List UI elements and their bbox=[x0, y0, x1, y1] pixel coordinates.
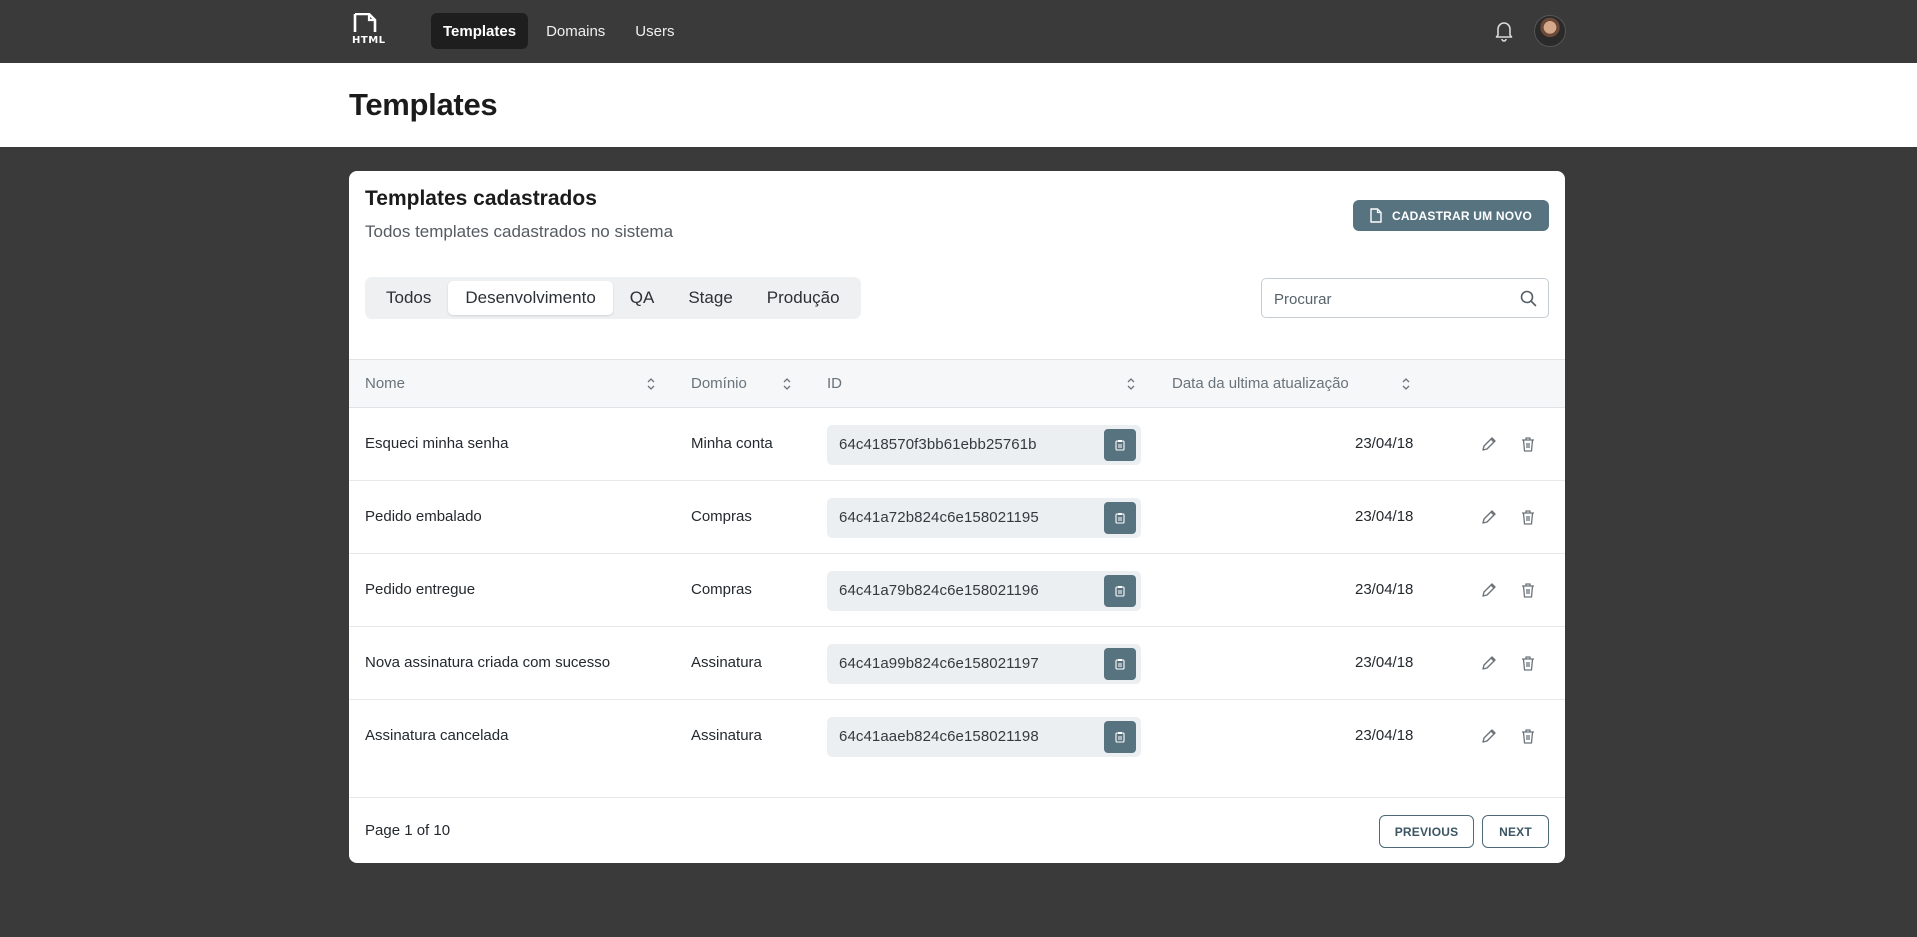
column-header-name[interactable]: Nome bbox=[365, 375, 405, 392]
row-id-field: 64c41a72b824c6e158021195 bbox=[827, 498, 1141, 538]
nav-item-users[interactable]: Users bbox=[623, 13, 686, 49]
row-id-field: 64c41aaeb824c6e158021198 bbox=[827, 717, 1141, 757]
row-id: 64c41a79b824c6e158021196 bbox=[839, 582, 1039, 599]
clipboard-icon bbox=[1115, 732, 1125, 743]
pagination-bar: Page 1 of 10 PREVIOUS NEXT bbox=[349, 797, 1565, 863]
row-id-field: 64c418570f3bb61ebb25761b bbox=[827, 425, 1141, 465]
row-id: 64c418570f3bb61ebb25761b bbox=[839, 436, 1037, 453]
tab-desenvolvimento[interactable]: Desenvolvimento bbox=[448, 281, 613, 315]
copy-id-button[interactable] bbox=[1104, 648, 1136, 680]
copy-id-button[interactable] bbox=[1104, 721, 1136, 753]
main-nav: Templates Domains Users bbox=[431, 13, 686, 49]
copy-id-button[interactable] bbox=[1104, 429, 1136, 461]
row-id-field: 64c41a79b824c6e158021196 bbox=[827, 571, 1141, 611]
page-header: Templates bbox=[0, 63, 1917, 147]
clipboard-icon bbox=[1115, 513, 1125, 524]
bell-icon[interactable] bbox=[1494, 20, 1514, 42]
row-updated: 23/04/18 bbox=[1355, 435, 1414, 452]
row-domain: Assinatura bbox=[691, 727, 762, 744]
edit-icon[interactable] bbox=[1480, 581, 1498, 599]
row-updated: 23/04/18 bbox=[1355, 508, 1414, 525]
row-domain: Compras bbox=[691, 581, 752, 598]
sort-icon[interactable] bbox=[782, 377, 792, 391]
nav-item-templates[interactable]: Templates bbox=[431, 13, 529, 49]
html-logo[interactable]: HTML bbox=[351, 13, 391, 49]
tab-qa[interactable]: QA bbox=[613, 281, 672, 315]
row-updated: 23/04/18 bbox=[1355, 654, 1414, 671]
column-header-id[interactable]: ID bbox=[827, 375, 842, 392]
file-icon bbox=[353, 13, 377, 32]
clipboard-icon bbox=[1115, 440, 1125, 451]
trash-icon[interactable] bbox=[1519, 435, 1537, 453]
logo-text: HTML bbox=[352, 35, 386, 46]
table-header: Nome Domínio ID Data da ultima atualizaç… bbox=[349, 359, 1565, 408]
templates-card: Templates cadastrados Todos templates ca… bbox=[349, 171, 1565, 863]
search-input[interactable] bbox=[1274, 288, 1504, 310]
row-id-field: 64c41a99b824c6e158021197 bbox=[827, 644, 1141, 684]
new-template-button[interactable]: CADASTRAR UM NOVO bbox=[1353, 200, 1549, 231]
clipboard-icon bbox=[1115, 586, 1125, 597]
trash-icon[interactable] bbox=[1519, 581, 1537, 599]
sort-icon[interactable] bbox=[1126, 377, 1136, 391]
table-row: Assinatura cancelada Assinatura 64c41aae… bbox=[349, 700, 1565, 773]
row-name: Pedido embalado bbox=[365, 508, 482, 525]
tab-stage[interactable]: Stage bbox=[671, 281, 749, 315]
table-row: Esqueci minha senha Minha conta 64c41857… bbox=[349, 408, 1565, 481]
column-header-updated[interactable]: Data da ultima atualização bbox=[1172, 375, 1349, 392]
page-indicator: Page 1 of 10 bbox=[365, 822, 451, 839]
row-domain: Compras bbox=[691, 508, 752, 525]
row-id: 64c41aaeb824c6e158021198 bbox=[839, 728, 1039, 745]
top-navbar: HTML Templates Domains Users bbox=[0, 0, 1917, 63]
row-name: Nova assinatura criada com sucesso bbox=[365, 654, 611, 671]
row-domain: Assinatura bbox=[691, 654, 762, 671]
copy-id-button[interactable] bbox=[1104, 575, 1136, 607]
row-id: 64c41a72b824c6e158021195 bbox=[839, 509, 1039, 526]
document-icon bbox=[1370, 208, 1382, 223]
avatar[interactable] bbox=[1534, 15, 1566, 47]
sort-icon[interactable] bbox=[646, 377, 656, 391]
page-title: Templates bbox=[349, 87, 498, 122]
edit-icon[interactable] bbox=[1480, 727, 1498, 745]
row-name: Pedido entregue bbox=[365, 581, 476, 598]
column-header-domain[interactable]: Domínio bbox=[691, 375, 747, 392]
table-row: Pedido entregue Compras 64c41a79b824c6e1… bbox=[349, 554, 1565, 627]
previous-button[interactable]: PREVIOUS bbox=[1379, 815, 1474, 848]
tab-producao[interactable]: Produção bbox=[750, 281, 857, 315]
trash-icon[interactable] bbox=[1519, 508, 1537, 526]
edit-icon[interactable] bbox=[1480, 654, 1498, 672]
card-title: Templates cadastrados bbox=[365, 187, 597, 210]
nav-item-domains[interactable]: Domains bbox=[534, 13, 617, 49]
row-updated: 23/04/18 bbox=[1355, 727, 1414, 744]
next-button[interactable]: NEXT bbox=[1482, 815, 1549, 848]
trash-icon[interactable] bbox=[1519, 727, 1537, 745]
table-row: Pedido embalado Compras 64c41a72b824c6e1… bbox=[349, 481, 1565, 554]
environment-tabs: Todos Desenvolvimento QA Stage Produção bbox=[365, 277, 861, 319]
table-row: Nova assinatura criada com sucesso Assin… bbox=[349, 627, 1565, 700]
row-name: Esqueci minha senha bbox=[365, 435, 509, 452]
sort-icon[interactable] bbox=[1401, 377, 1411, 391]
row-domain: Minha conta bbox=[691, 435, 773, 452]
row-updated: 23/04/18 bbox=[1355, 581, 1414, 598]
search-icon[interactable] bbox=[1520, 290, 1537, 307]
edit-icon[interactable] bbox=[1480, 508, 1498, 526]
search-box bbox=[1261, 278, 1549, 318]
trash-icon[interactable] bbox=[1519, 654, 1537, 672]
card-subtitle: Todos templates cadastrados no sistema bbox=[365, 222, 674, 241]
row-name: Assinatura cancelada bbox=[365, 727, 509, 744]
clipboard-icon bbox=[1115, 659, 1125, 670]
new-template-label: CADASTRAR UM NOVO bbox=[1391, 208, 1533, 223]
tab-todos[interactable]: Todos bbox=[369, 281, 448, 315]
row-id: 64c41a99b824c6e158021197 bbox=[839, 655, 1039, 672]
copy-id-button[interactable] bbox=[1104, 502, 1136, 534]
edit-icon[interactable] bbox=[1480, 435, 1498, 453]
